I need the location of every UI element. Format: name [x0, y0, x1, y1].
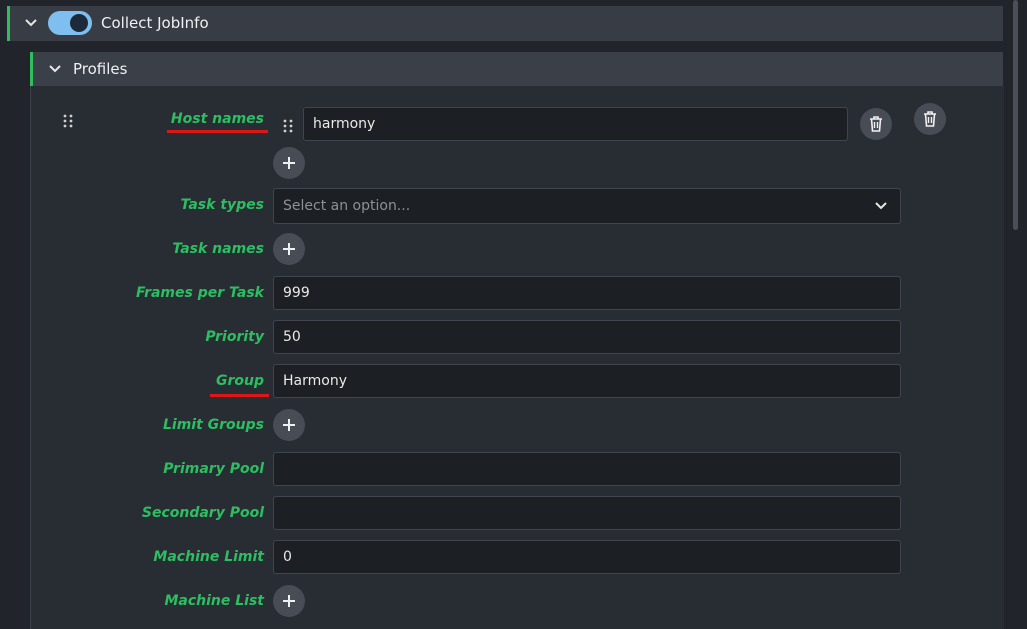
- add-machine-button[interactable]: [273, 585, 305, 617]
- priority-input[interactable]: 50: [273, 320, 901, 354]
- machine-list-label: Machine List: [164, 593, 264, 609]
- primary-pool-label: Primary Pool: [163, 461, 264, 477]
- chevron-down-icon[interactable]: [48, 62, 62, 76]
- drag-handle-icon[interactable]: [283, 118, 293, 133]
- add-limit-group-button[interactable]: [273, 409, 305, 441]
- plus-icon: [283, 419, 295, 431]
- delete-host-name-button[interactable]: [860, 108, 892, 140]
- annotation-underline: [210, 394, 269, 397]
- chevron-down-icon[interactable]: [874, 199, 888, 213]
- add-task-name-button[interactable]: [273, 233, 305, 265]
- secondary-pool-input[interactable]: [273, 496, 901, 530]
- toggle-knob: [70, 14, 88, 32]
- frames-per-task-label: Frames per Task: [136, 285, 264, 301]
- add-host-name-button[interactable]: [273, 147, 305, 179]
- profiles-title: Profiles: [73, 60, 128, 78]
- drag-handle-icon[interactable]: [63, 113, 73, 128]
- machine-limit-label: Machine Limit: [153, 549, 264, 565]
- plus-icon: [283, 595, 295, 607]
- secondary-pool-label: Secondary Pool: [141, 505, 264, 521]
- task-names-label: Task names: [172, 241, 264, 257]
- group-label: Group: [215, 373, 264, 389]
- collect-jobinfo-header[interactable]: Collect JobInfo: [7, 6, 1003, 41]
- priority-label: Priority: [205, 329, 264, 345]
- trash-icon: [924, 111, 936, 127]
- profiles-header[interactable]: Profiles: [30, 52, 1003, 86]
- plus-icon: [283, 157, 295, 169]
- group-input[interactable]: Harmony: [273, 364, 901, 398]
- task-types-label: Task types: [180, 197, 264, 213]
- machine-limit-input[interactable]: 0: [273, 540, 901, 574]
- scrollbar-thumb[interactable]: [1013, 0, 1018, 230]
- host-name-input[interactable]: harmony: [303, 107, 848, 141]
- annotation-underline: [167, 130, 268, 133]
- host-names-label: Host names: [170, 111, 264, 127]
- section-title: Collect JobInfo: [101, 14, 209, 32]
- chevron-down-icon[interactable]: [24, 16, 38, 30]
- limit-groups-label: Limit Groups: [162, 417, 264, 433]
- enable-toggle[interactable]: [48, 11, 92, 35]
- plus-icon: [283, 243, 295, 255]
- delete-profile-button[interactable]: [914, 103, 946, 135]
- primary-pool-input[interactable]: [273, 452, 901, 486]
- trash-icon: [870, 116, 882, 132]
- task-types-select[interactable]: Select an option...: [273, 188, 901, 224]
- frames-per-task-input[interactable]: 999: [273, 276, 901, 310]
